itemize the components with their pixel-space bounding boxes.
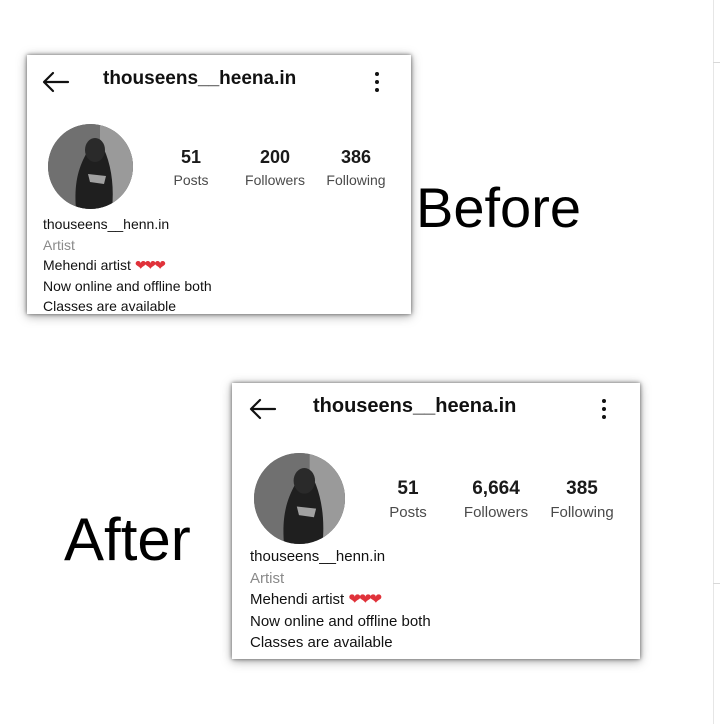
followers-label: Followers: [245, 172, 305, 188]
followers-count: 200: [259, 147, 291, 167]
bio-line-3: Classes are available: [250, 634, 393, 651]
bio-line-1-text: Mehendi artist: [43, 257, 131, 273]
stat-followers[interactable]: 6,664 Followers: [458, 478, 534, 521]
avatar[interactable]: [254, 453, 345, 544]
back-arrow-icon[interactable]: [42, 71, 70, 93]
after-label: After: [64, 506, 191, 573]
bio-line-1: Mehendi artist ❤❤❤: [43, 255, 212, 276]
stat-posts[interactable]: 51 Posts: [383, 478, 433, 521]
bio-line-2: Now online and offline both: [43, 277, 212, 294]
stat-following[interactable]: 385 Following: [544, 478, 620, 521]
profile-bio: thouseens__henn.in Artist Mehendi artist…: [43, 214, 212, 314]
stat-posts[interactable]: 51 Posts: [168, 147, 214, 188]
profile-bio: thouseens__henn.in Artist Mehendi artist…: [250, 546, 431, 654]
following-count: 385: [566, 478, 598, 499]
posts-count: 51: [397, 478, 419, 499]
followers-label: Followers: [463, 504, 529, 521]
bio-line-1-text: Mehendi artist: [250, 591, 345, 608]
avatar[interactable]: [48, 124, 133, 209]
display-name: thouseens__henn.in: [43, 216, 170, 232]
following-label: Following: [550, 504, 614, 521]
back-arrow-icon[interactable]: [249, 398, 277, 420]
posts-label: Posts: [389, 504, 427, 521]
profile-card-before: thouseens__heena.in 51 Posts 200 Followe…: [27, 55, 411, 314]
category-label: Artist: [43, 236, 75, 253]
following-label: Following: [326, 172, 386, 188]
display-name: thouseens__henn.in: [250, 548, 386, 565]
stat-following[interactable]: 386 Following: [321, 147, 391, 188]
bio-line-1: Mehendi artist ❤❤❤: [250, 589, 431, 611]
profile-card-after: thouseens__heena.in 51 Posts 6,664 Follo…: [232, 383, 640, 659]
red-heart-emoji-icon: ❤❤❤: [134, 257, 166, 273]
right-edge-tick: [713, 583, 720, 584]
stat-followers[interactable]: 200 Followers: [240, 147, 310, 188]
red-heart-emoji-icon: ❤❤❤: [348, 591, 382, 608]
profile-username: thouseens__heena.in: [313, 395, 517, 417]
followers-count: 6,664: [472, 478, 520, 499]
profile-username: thouseens__heena.in: [103, 68, 297, 89]
posts-count: 51: [180, 147, 202, 167]
avatar-photo: [254, 453, 345, 544]
avatar-photo: [48, 124, 133, 209]
right-edge-divider: [713, 0, 714, 724]
following-count: 386: [340, 147, 372, 167]
posts-label: Posts: [173, 172, 209, 188]
bio-line-3: Classes are available: [43, 298, 177, 314]
before-label: Before: [416, 176, 581, 239]
right-edge-tick: [713, 62, 720, 63]
more-options-icon[interactable]: [601, 398, 607, 420]
more-options-icon[interactable]: [374, 71, 380, 93]
category-label: Artist: [250, 569, 285, 587]
bio-line-2: Now online and offline both: [250, 612, 431, 630]
